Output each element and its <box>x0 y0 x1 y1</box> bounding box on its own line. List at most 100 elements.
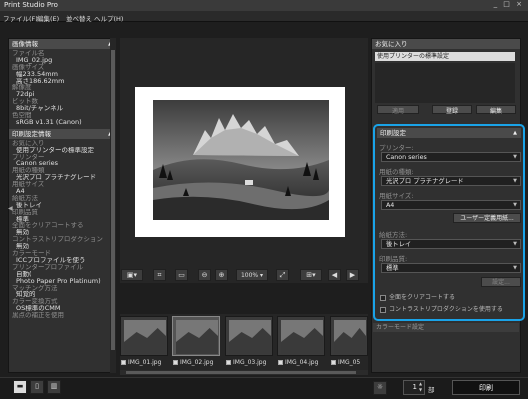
image-info-list: ファイル名 IMG_02.jpg 画像サイズ 幅233.54mm 高さ186.62mm 解… <box>9 49 115 127</box>
info-key: 印刷品質 <box>12 208 38 216</box>
info-value: 高さ186.62mm <box>16 77 65 85</box>
info-key: 色空間 <box>12 112 32 119</box>
settings-gear-icon[interactable]: ☼ <box>373 381 387 395</box>
zoom-in-icon[interactable]: ⊕ <box>215 269 228 281</box>
print-button[interactable]: 印刷 <box>452 380 520 395</box>
feed-select[interactable]: 後トレイ ▼ <box>381 239 521 249</box>
thumbnail[interactable] <box>120 316 168 356</box>
quality-label: 印刷品質: <box>379 255 408 263</box>
print-settings-header[interactable]: 印刷設定 ▲ <box>377 128 521 138</box>
paper-preview[interactable] <box>135 87 345 237</box>
thumbnail[interactable] <box>225 316 273 356</box>
info-key: お気に入り <box>12 139 45 147</box>
thumbnail-label[interactable]: IMG_05 <box>331 359 360 366</box>
size-select[interactable]: A4 ▼ <box>381 200 521 210</box>
info-value: 使用プリンターの標準設定 <box>16 146 94 154</box>
info-value: 知覚的 <box>16 291 36 299</box>
edit-button[interactable]: 編集 <box>476 105 516 115</box>
contrast-checkbox[interactable]: コントラストリプロダクションを使用する <box>380 304 503 313</box>
prev-icon[interactable]: ◀ <box>328 269 341 281</box>
thumbnail-label[interactable]: IMG_02.jpg <box>173 359 213 366</box>
clear-coat-checkbox[interactable]: 全面をクリアコートする <box>380 292 455 301</box>
thumbnail[interactable] <box>277 316 325 356</box>
menu-bar: ファイル(F) 編集(E) 並べ替え ヘルプ(H) <box>0 11 528 23</box>
info-key: ファイル名 <box>12 50 45 57</box>
info-key: プリンター <box>12 153 45 161</box>
thumb-scrollbar[interactable] <box>120 370 368 375</box>
zoom-out-icon[interactable]: ⊖ <box>198 269 211 281</box>
crop-icon[interactable]: ⌗ <box>153 269 166 281</box>
info-value: 自動( <box>16 270 32 278</box>
fit-icon[interactable]: ▭ <box>175 269 188 281</box>
printer-select[interactable]: Canon series ▼ <box>381 152 521 162</box>
info-key: ビット数 <box>12 98 38 106</box>
fullscreen-icon[interactable]: ⤢ <box>276 269 289 281</box>
favorite-item[interactable]: 使用プリンターの標準設定 <box>375 52 515 61</box>
favorites-list[interactable] <box>375 63 515 103</box>
media-select[interactable]: 光沢プロ プラチナグレード ▼ <box>381 176 521 186</box>
info-value: 8bit/チャンネル <box>16 105 64 113</box>
layout-icon[interactable]: ⊞▾ <box>300 269 322 281</box>
next-icon[interactable]: ▶ <box>346 269 359 281</box>
info-key: 用紙の種類 <box>12 167 45 175</box>
register-button[interactable]: 登録 <box>432 105 472 115</box>
info-value: 72dpi <box>16 91 35 99</box>
info-key: カラーモード <box>12 250 51 257</box>
thumbnail[interactable] <box>330 316 368 356</box>
info-key: 全面をクリアコートする <box>12 222 84 230</box>
menu-file[interactable]: ファイル(F) <box>3 13 38 23</box>
layout-single-icon[interactable]: ▬ <box>13 380 27 394</box>
info-value: 幅233.54mm <box>16 70 58 78</box>
info-value: 後トレイ <box>16 201 42 209</box>
info-key: コントラストリプロダクション <box>12 236 103 244</box>
info-value: Canon series <box>16 160 59 168</box>
layout-panel-icon[interactable]: ▥ <box>47 380 61 394</box>
info-value: 無効 <box>16 243 29 251</box>
thumbnail-label[interactable]: IMG_01.jpg <box>121 359 161 366</box>
apply-button[interactable]: 適用 <box>377 105 419 115</box>
feed-label: 給紙方法: <box>379 231 408 239</box>
thumbnail-label[interactable]: IMG_03.jpg <box>226 359 266 366</box>
quality-settings-button[interactable]: 設定... <box>481 277 521 287</box>
preview-toolbar: ▣▾ ⌗ ▭ ⊖ ⊕ 100% ▾ ⤢ ⊞▾ ◀ ▶ <box>120 268 368 283</box>
left-scrollbar[interactable] <box>110 38 116 373</box>
info-value: 光沢プロ プラチナグレード <box>16 174 97 182</box>
title-bar: Print Studio Pro _ □ × <box>0 0 528 11</box>
info-key: カラー変換方式 <box>12 298 58 306</box>
info-key: 解像度 <box>12 84 32 92</box>
info-value: OS標準のCMM <box>16 305 61 313</box>
info-value: sRGB v1.31 (Canon) <box>16 118 82 126</box>
quality-select[interactable]: 標準 ▼ <box>381 263 521 273</box>
menu-sort[interactable]: 並べ替え <box>66 13 92 23</box>
info-key: マッチング方法 <box>12 284 58 292</box>
favorites-header[interactable]: お気に入り <box>372 39 520 49</box>
printer-label: プリンター: <box>379 144 414 152</box>
image-view-icon[interactable]: ▣▾ <box>121 269 143 281</box>
info-value: IMG_02.jpg <box>16 56 53 64</box>
bottom-bar <box>0 377 528 399</box>
menu-edit[interactable]: 編集(E) <box>37 13 59 23</box>
window-controls[interactable]: _ □ × <box>494 0 524 8</box>
info-panel: 画像情報▲ ファイル名IMG_02.jpg画像サイズ幅233.54mm高さ186… <box>8 38 116 373</box>
layout-split-icon[interactable]: ▯ <box>30 380 44 394</box>
image-info-header[interactable]: 画像情報▲ <box>9 39 115 49</box>
info-value: 標準 <box>16 215 29 223</box>
custom-size-button[interactable]: ユーザー定義用紙... <box>453 213 521 223</box>
app-title: Print Studio Pro <box>4 1 58 9</box>
copies-stepper[interactable]: ▲ ▼ <box>419 381 422 393</box>
print-info-header[interactable]: 印刷設定情報▲ <box>9 128 115 139</box>
size-label: 用紙サイズ: <box>379 192 414 200</box>
collapse-left-icon[interactable]: ◀ <box>8 205 13 212</box>
menu-help[interactable]: ヘルプ(H) <box>94 13 123 23</box>
info-value: Photo Paper Pro Platinum) <box>16 277 101 285</box>
info-key: 給紙方法 <box>12 194 38 202</box>
info-value: ICCプロファイルを使う <box>16 256 86 264</box>
thumbnail[interactable] <box>172 316 220 356</box>
print-info-list: お気に入り 使用プリンターの標準設定 プリンター Canon series 用紙の種類光… <box>9 139 115 320</box>
zoom-select[interactable]: 100% ▾ <box>236 269 268 281</box>
color-mode-header[interactable]: カラーモード設定 <box>373 323 519 332</box>
info-value: 無効 <box>16 229 29 237</box>
photo-preview <box>153 100 329 220</box>
info-value: A4 <box>16 188 25 195</box>
thumbnail-label[interactable]: IMG_04.jpg <box>278 359 318 366</box>
